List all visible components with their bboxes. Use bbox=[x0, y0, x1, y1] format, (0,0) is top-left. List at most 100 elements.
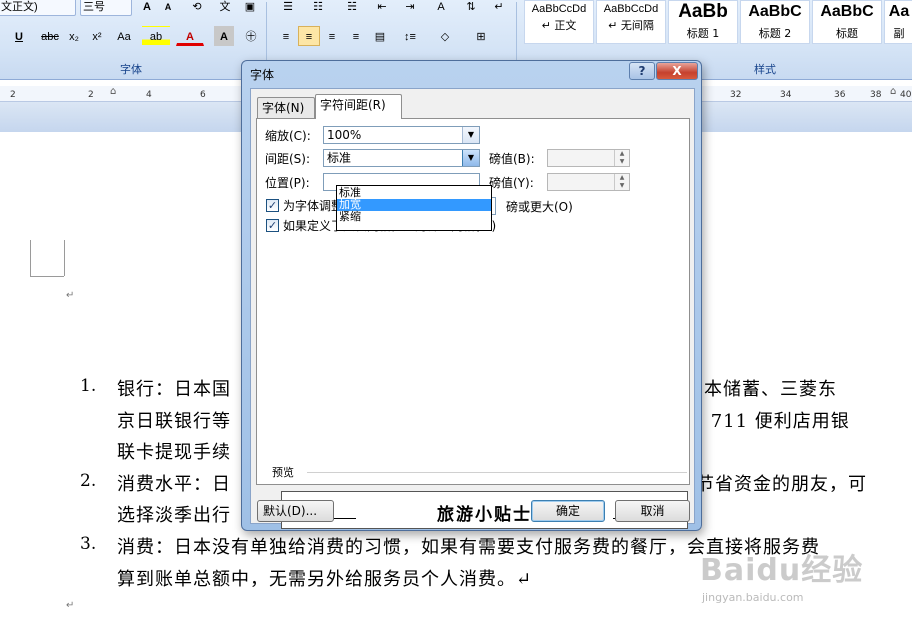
underline-button[interactable]: U bbox=[4, 26, 34, 46]
ruler-tick: 4 bbox=[146, 90, 152, 100]
preview-label: 预览 bbox=[272, 466, 294, 479]
doc-text-line: 选择淡季出行 bbox=[117, 505, 231, 526]
enclose-chars-button[interactable]: ㊉ bbox=[240, 26, 262, 46]
baidu-watermark: Baidu经验 jingyan.baidu.com bbox=[700, 545, 900, 615]
ruler-tick: 36 bbox=[834, 90, 846, 100]
crop-mark bbox=[30, 276, 64, 277]
increase-indent-icon[interactable]: ⇥ bbox=[398, 0, 422, 16]
style-title[interactable]: AaBbC 标题 bbox=[812, 0, 882, 44]
indent-marker-icon[interactable]: ⌂ bbox=[110, 86, 116, 97]
change-case-button[interactable]: Aa bbox=[110, 26, 138, 46]
highlight-button[interactable]: ab bbox=[142, 26, 170, 46]
doc-text-line: 联卡提现手续 bbox=[117, 442, 231, 463]
style-sample: AaBbC bbox=[820, 3, 874, 20]
style-name: ↵ 无间隔 bbox=[608, 19, 654, 32]
sort-icon[interactable]: ⇅ bbox=[460, 0, 482, 16]
paragraph-mark: ↵ bbox=[66, 290, 75, 301]
style-sample: AaBbCcDd bbox=[531, 3, 587, 15]
style-sample: Aa bbox=[888, 3, 910, 20]
numbering-icon[interactable]: ☷ bbox=[304, 0, 332, 16]
position-by-spinner[interactable]: ▲ ▼ bbox=[547, 173, 630, 191]
style-sample: AaBbCcDd bbox=[603, 3, 659, 15]
spacing-by-spinner[interactable]: ▲ ▼ bbox=[547, 149, 630, 167]
shrink-font-button[interactable]: A bbox=[158, 0, 178, 16]
spin-down-icon[interactable]: ▼ bbox=[614, 158, 629, 166]
paragraph-mark: ↵ bbox=[66, 600, 75, 611]
spacing-option[interactable]: 紧缩 bbox=[337, 211, 491, 223]
distributed-icon[interactable]: ▤ bbox=[370, 26, 390, 46]
kerning-suffix: 磅或更大(O) bbox=[506, 200, 573, 214]
spin-down-icon[interactable]: ▼ bbox=[614, 182, 629, 190]
dialog-body: 字体(N) 字符间距(R) 缩放(C): 100% ▼ 间距(S): 标准 ▼ … bbox=[250, 88, 695, 529]
style-no-spacing[interactable]: AaBbCcDd ↵ 无间隔 bbox=[596, 0, 666, 44]
scale-combo[interactable]: 100% ▼ bbox=[323, 126, 480, 144]
style-heading-2[interactable]: AaBbC 标题 2 bbox=[740, 0, 810, 44]
strikethrough-button[interactable]: abc bbox=[38, 26, 62, 46]
font-name-value: 文正文) bbox=[1, 1, 38, 13]
snap-grid-checkbox[interactable]: ✓ bbox=[266, 219, 279, 232]
superscript-button[interactable]: x² bbox=[87, 26, 107, 46]
doc-text-line: 银行：日本国 bbox=[117, 379, 231, 400]
decrease-indent-icon[interactable]: ⇤ bbox=[370, 0, 394, 16]
line-spacing-icon[interactable]: ↕≡ bbox=[396, 26, 424, 46]
justify-icon[interactable]: ≡ bbox=[346, 26, 366, 46]
tab-font[interactable]: 字体(N) bbox=[257, 97, 315, 119]
spacing-combo[interactable]: 标准 ▼ bbox=[323, 149, 480, 167]
chinese-layout-icon[interactable]: A bbox=[428, 0, 454, 16]
right-indent-marker-icon[interactable]: ⌂ bbox=[890, 86, 896, 97]
shading-icon[interactable]: ◇ bbox=[430, 26, 460, 46]
spin-up-icon[interactable]: ▲ bbox=[614, 150, 629, 158]
doc-text-line: 节省资金的朋友，可 bbox=[696, 474, 867, 495]
ruler-tick: 2 bbox=[88, 90, 94, 100]
ok-button[interactable]: 确定 bbox=[531, 500, 605, 522]
preview-divider bbox=[307, 472, 687, 473]
ruler-tick: 34 bbox=[780, 90, 792, 100]
grow-font-button[interactable]: A bbox=[137, 0, 157, 16]
align-left-icon[interactable]: ≡ bbox=[276, 26, 296, 46]
spacing-by-label: 磅值(B): bbox=[489, 152, 535, 166]
kerning-checkbox[interactable]: ✓ bbox=[266, 199, 279, 212]
tab-character-spacing[interactable]: 字符间距(R) bbox=[315, 94, 402, 119]
spin-up-icon[interactable]: ▲ bbox=[614, 174, 629, 182]
font-group-label: 字体 bbox=[120, 63, 142, 76]
show-marks-icon[interactable]: ↵ bbox=[488, 0, 510, 16]
font-color-button[interactable]: A bbox=[176, 26, 204, 46]
char-border-icon[interactable]: ▣ bbox=[240, 0, 260, 16]
style-name: 标题 2 bbox=[758, 27, 792, 40]
borders-icon[interactable]: ⊞ bbox=[466, 26, 496, 46]
chevron-down-icon[interactable]: ▼ bbox=[462, 127, 479, 143]
style-name: ↵ 正文 bbox=[541, 19, 577, 32]
watermark-url: jingyan.baidu.com bbox=[702, 591, 804, 604]
chevron-down-icon[interactable]: ▼ bbox=[462, 150, 479, 166]
font-size-combo[interactable]: 三号 bbox=[80, 0, 132, 16]
ruler-tick: 32 bbox=[730, 90, 742, 100]
font-name-combo[interactable]: 文正文) bbox=[0, 0, 76, 16]
close-button[interactable]: X bbox=[656, 62, 698, 80]
subscript-button[interactable]: x₂ bbox=[64, 26, 84, 46]
align-center-icon[interactable]: ≡ bbox=[298, 26, 320, 46]
cancel-button[interactable]: 取消 bbox=[615, 500, 690, 522]
multilevel-list-icon[interactable]: ☵ bbox=[338, 0, 366, 16]
ruler-tick: 6 bbox=[200, 90, 206, 100]
style-name: 标题 bbox=[836, 27, 858, 40]
ruler-tick: 2 bbox=[10, 90, 16, 100]
position-by-label: 磅值(Y): bbox=[489, 176, 534, 190]
style-subtitle[interactable]: Aa 副 bbox=[884, 0, 912, 44]
phonetic-guide-icon[interactable]: 文 bbox=[214, 0, 236, 16]
style-normal[interactable]: AaBbCcDd ↵ 正文 bbox=[524, 0, 594, 44]
scale-label: 缩放(C): bbox=[265, 129, 311, 143]
clear-format-icon[interactable]: ⟲ bbox=[186, 0, 208, 16]
ruler-tick: 40 bbox=[900, 90, 912, 100]
scale-value: 100% bbox=[327, 128, 362, 142]
doc-text-line: 京日联银行等 bbox=[117, 411, 231, 432]
char-shading-button[interactable]: A bbox=[214, 26, 234, 46]
default-button[interactable]: 默认(D)... bbox=[257, 500, 334, 522]
bullets-icon[interactable]: ☰ bbox=[274, 0, 302, 16]
style-heading-1[interactable]: AaBb 标题 1 bbox=[668, 0, 738, 44]
styles-group-label: 样式 bbox=[754, 63, 776, 76]
align-right-icon[interactable]: ≡ bbox=[322, 26, 342, 46]
spacing-value: 标准 bbox=[327, 151, 352, 165]
style-sample: AaBb bbox=[678, 1, 728, 22]
style-sample: AaBbC bbox=[748, 3, 802, 20]
help-button[interactable]: ? bbox=[629, 62, 655, 80]
